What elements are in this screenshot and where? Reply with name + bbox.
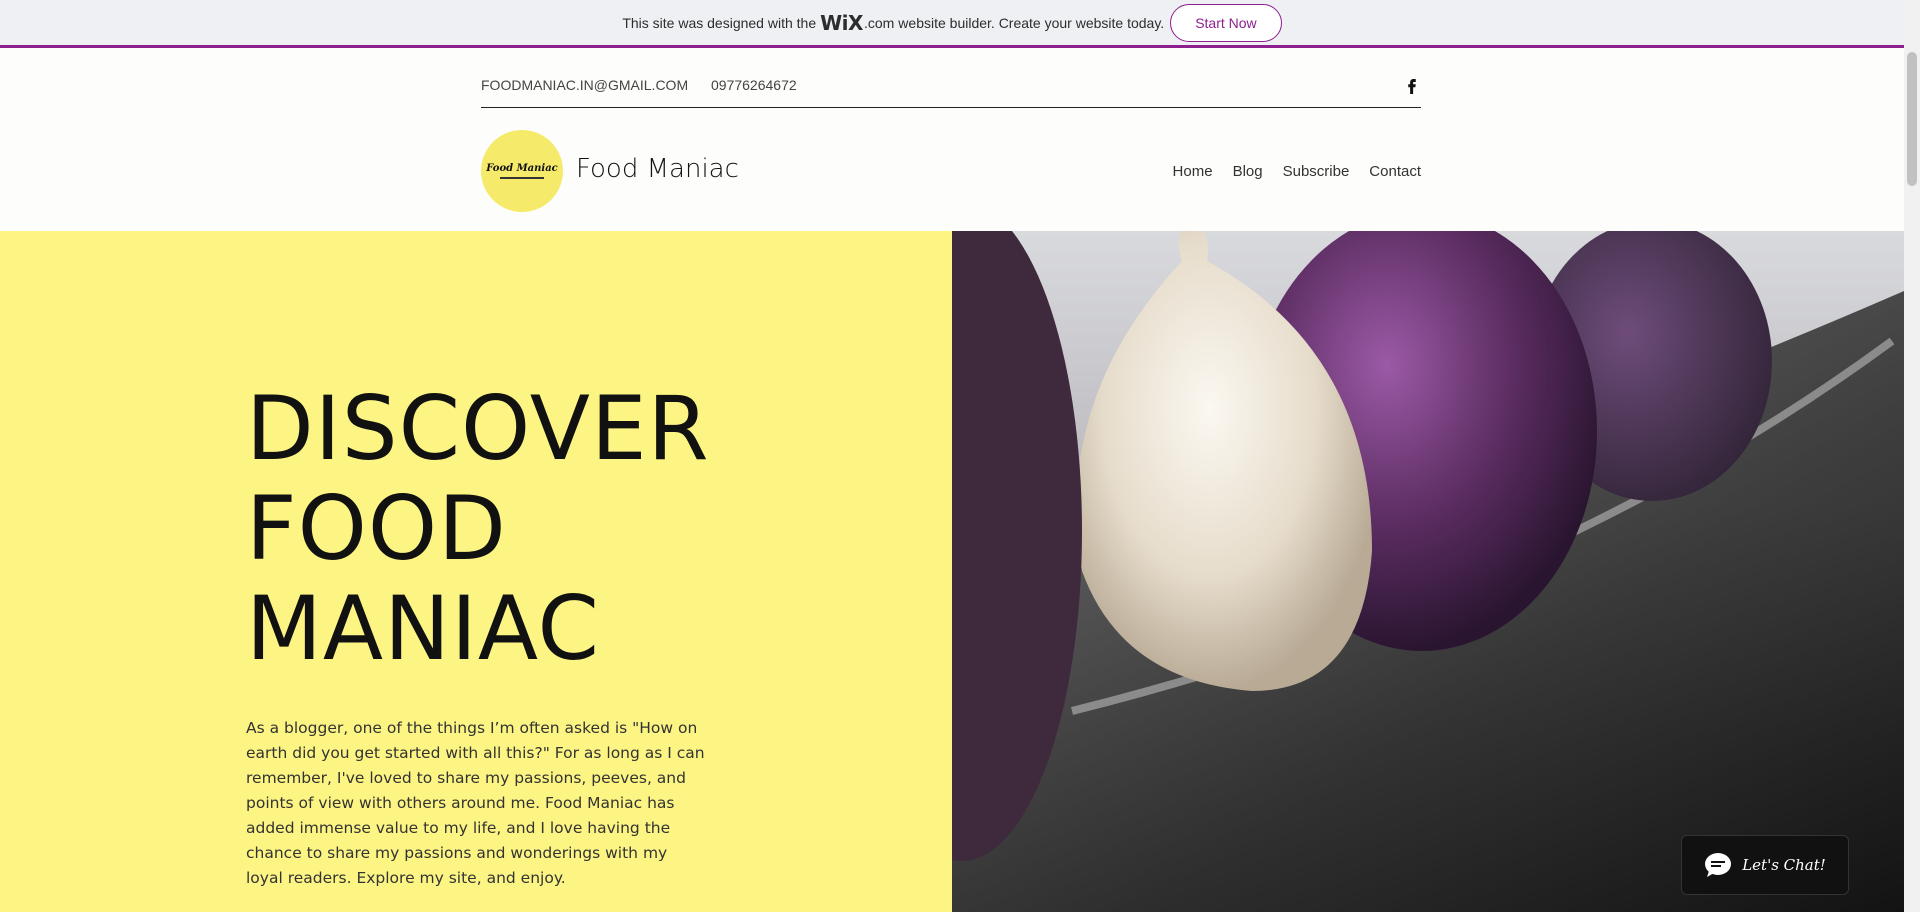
facebook-icon[interactable] (1403, 76, 1421, 94)
site-logo[interactable]: Food Maniac (481, 130, 563, 212)
logo-underline (500, 177, 544, 179)
nav-blog[interactable]: Blog (1233, 163, 1263, 180)
contact-phone: 09776264672 (711, 77, 797, 93)
hero-title-line-3: MANIAC (246, 577, 601, 680)
hero-image (952, 231, 1904, 912)
hero-text-panel: DISCOVER FOOD MANIAC As a blogger, one o… (0, 231, 952, 912)
contact-bar: FOODMANIAC.IN@GMAIL.COM 09776264672 (481, 50, 1421, 108)
contact-email[interactable]: FOODMANIAC.IN@GMAIL.COM (481, 77, 688, 93)
page-scrollbar[interactable] (1904, 0, 1920, 912)
hero-title-line-2: FOOD (246, 477, 507, 580)
nav-home[interactable]: Home (1173, 163, 1213, 180)
start-now-button[interactable]: Start Now (1170, 3, 1282, 42)
scrollbar-thumb[interactable] (1907, 52, 1917, 186)
hero-body: As a blogger, one of the things I’m ofte… (246, 718, 705, 887)
banner-text-before: This site was designed with the (622, 14, 817, 31)
chat-bubble-icon (1705, 853, 1732, 877)
hero-title: DISCOVER FOOD MANIAC (246, 379, 710, 679)
hero-title-line-1: DISCOVER (246, 377, 710, 480)
chat-label: Let's Chat! (1742, 856, 1826, 874)
banner-text-after: website builder. Create your website tod… (898, 14, 1165, 31)
main-nav: Home Blog Subscribe Contact (1173, 163, 1421, 180)
garlic-figs-photo (952, 231, 1904, 912)
nav-subscribe[interactable]: Subscribe (1283, 163, 1350, 180)
wix-logo-tld: .com (863, 14, 895, 31)
wix-logo[interactable]: WiX (820, 11, 863, 35)
nav-contact[interactable]: Contact (1369, 163, 1421, 180)
site-title[interactable]: Food Maniac (576, 154, 739, 184)
logo-text: Food Maniac (486, 163, 558, 174)
wix-promo-banner: This site was designed with the WiX .com … (0, 0, 1904, 48)
lets-chat-button[interactable]: Let's Chat! (1681, 835, 1849, 895)
